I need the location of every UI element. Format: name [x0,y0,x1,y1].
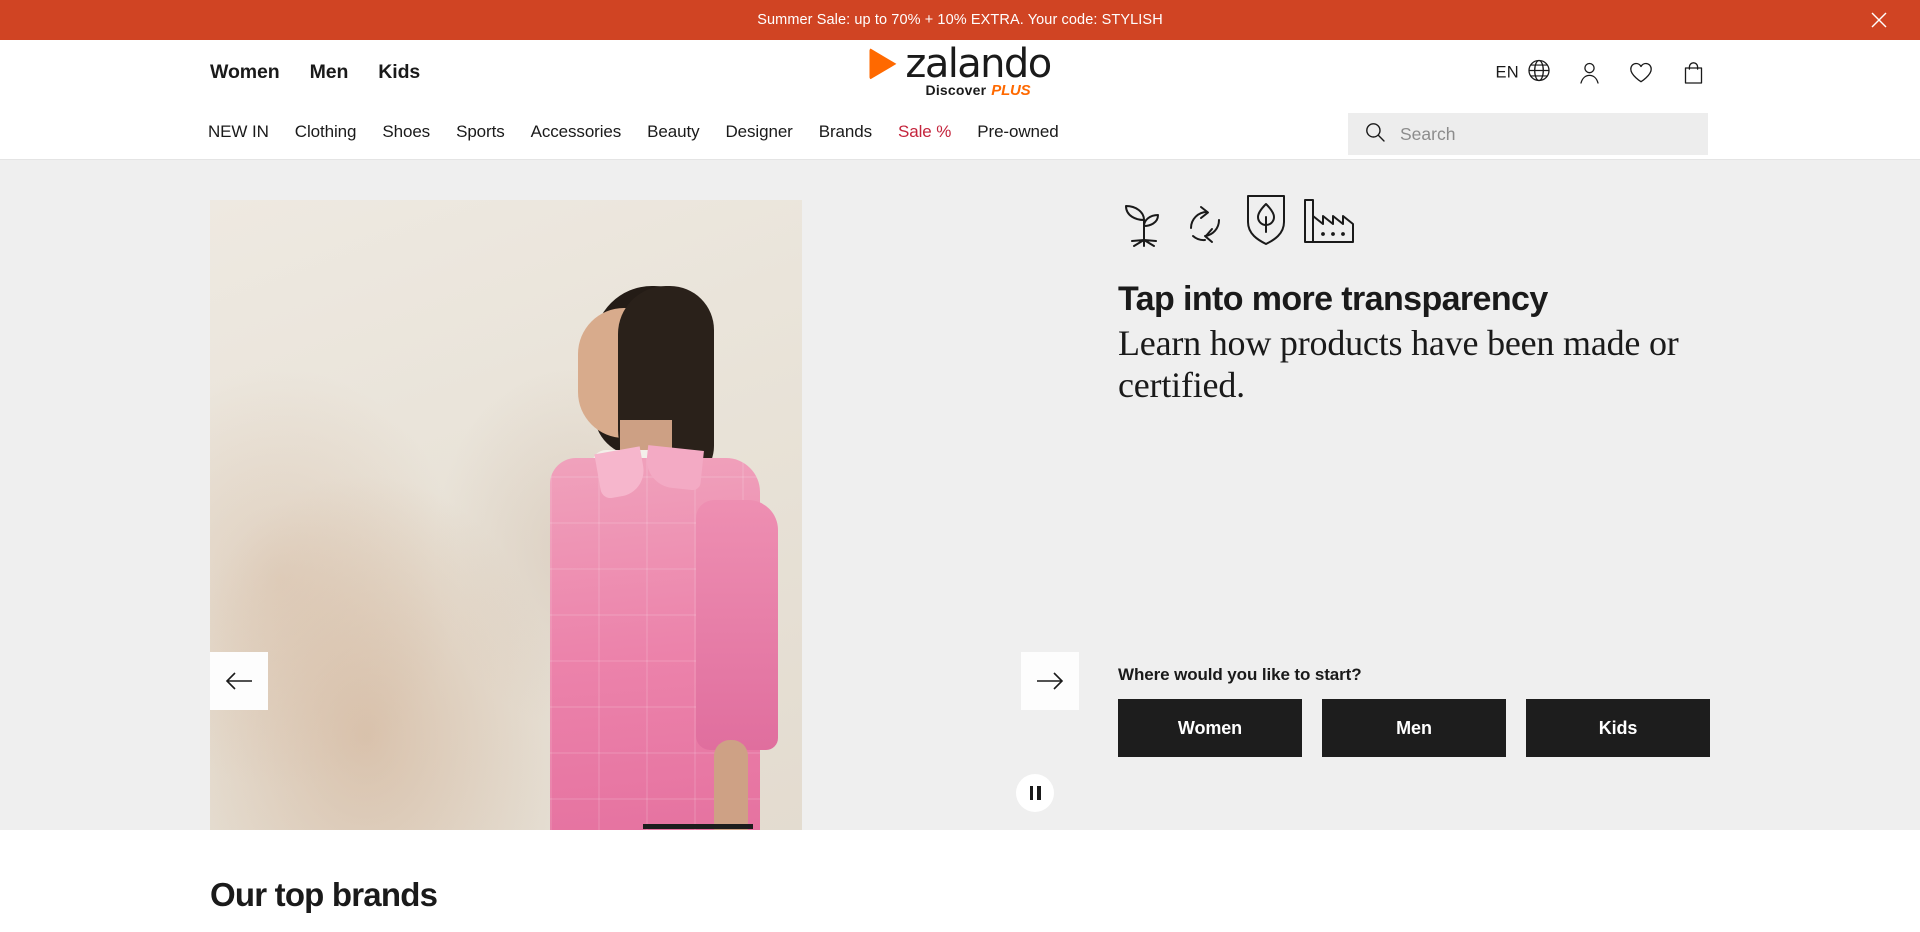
top-brands-section: Our top brands [0,830,1920,914]
category-nav: NEW IN Clothing Shoes Sports Accessories… [0,122,1059,142]
search-box[interactable] [1348,113,1708,155]
language-code: EN [1495,63,1519,81]
header-category-row: NEW IN Clothing Shoes Sports Accessories… [0,105,1920,160]
arrow-right-icon[interactable] [1021,652,1079,710]
start-button-men[interactable]: Men [1322,699,1506,757]
shield-tree-icon [1240,190,1292,253]
logo-plus-text: PLUS [991,81,1031,99]
hero-content: Tap into more transparency Learn how pro… [1118,190,1718,407]
header-actions: EN [1495,57,1708,88]
gender-nav: Women Men Kids [0,61,420,84]
start-block: Where would you like to start? Women Men… [1118,665,1738,757]
promo-text: Summer Sale: up to 70% + 10% EXTRA. Your… [757,12,1163,28]
header-top-row: Women Men Kids zalando Discover PLUS EN [0,40,1920,105]
category-shoes[interactable]: Shoes [382,122,430,142]
arrow-left-icon[interactable] [210,652,268,710]
language-selector[interactable]: EN [1495,57,1552,88]
close-icon[interactable] [1866,7,1892,33]
account-icon[interactable] [1574,58,1604,88]
pause-bar-right [1037,786,1041,800]
heart-icon[interactable] [1626,58,1656,88]
category-accessories[interactable]: Accessories [531,122,622,142]
category-new-in[interactable]: NEW IN [208,122,269,142]
gender-nav-women[interactable]: Women [210,61,280,84]
hero-section: Tap into more transparency Learn how pro… [0,160,1920,830]
shopping-bag-icon[interactable] [1678,58,1708,88]
gender-nav-kids[interactable]: Kids [378,61,420,84]
hero-subtitle: Learn how products have been made or cer… [1118,322,1679,406]
category-beauty[interactable]: Beauty [647,122,699,142]
plant-sprout-icon [1118,196,1170,253]
hero-carousel [0,160,1079,830]
recycle-icon [1179,196,1231,253]
logo-main: zalando [869,40,1052,87]
category-clothing[interactable]: Clothing [295,122,357,142]
category-sale[interactable]: Sale % [898,122,951,142]
logo-discover-text: Discover [925,81,987,98]
logo-triangle-icon [869,47,897,80]
gender-nav-men[interactable]: Men [310,61,349,84]
globe-icon [1526,57,1552,88]
search-input[interactable] [1400,123,1692,145]
category-designer[interactable]: Designer [726,122,793,142]
category-sports[interactable]: Sports [456,122,505,142]
factory-icon [1301,196,1359,253]
pause-bar-left [1029,786,1033,800]
hero-title: Tap into more transparency [1118,280,1548,318]
zalando-logo[interactable]: zalando Discover PLUS [869,40,1052,98]
transparency-icons [1118,190,1718,253]
carousel-progress-bar[interactable] [643,824,753,829]
category-brands[interactable]: Brands [819,122,872,142]
top-brands-title: Our top brands [210,876,438,913]
pause-icon[interactable] [1016,774,1054,812]
start-button-kids[interactable]: Kids [1526,699,1710,757]
logo-subtitle: Discover PLUS [926,81,1031,98]
logo-wordmark: zalando [905,40,1052,87]
start-prompt: Where would you like to start? [1118,665,1362,684]
search-icon [1364,121,1386,148]
category-pre-owned[interactable]: Pre-owned [977,122,1058,142]
start-buttons: Women Men Kids [1118,699,1738,757]
site-header: Women Men Kids zalando Discover PLUS EN [0,40,1920,160]
start-button-women[interactable]: Women [1118,699,1302,757]
promo-banner: Summer Sale: up to 70% + 10% EXTRA. Your… [0,0,1920,40]
